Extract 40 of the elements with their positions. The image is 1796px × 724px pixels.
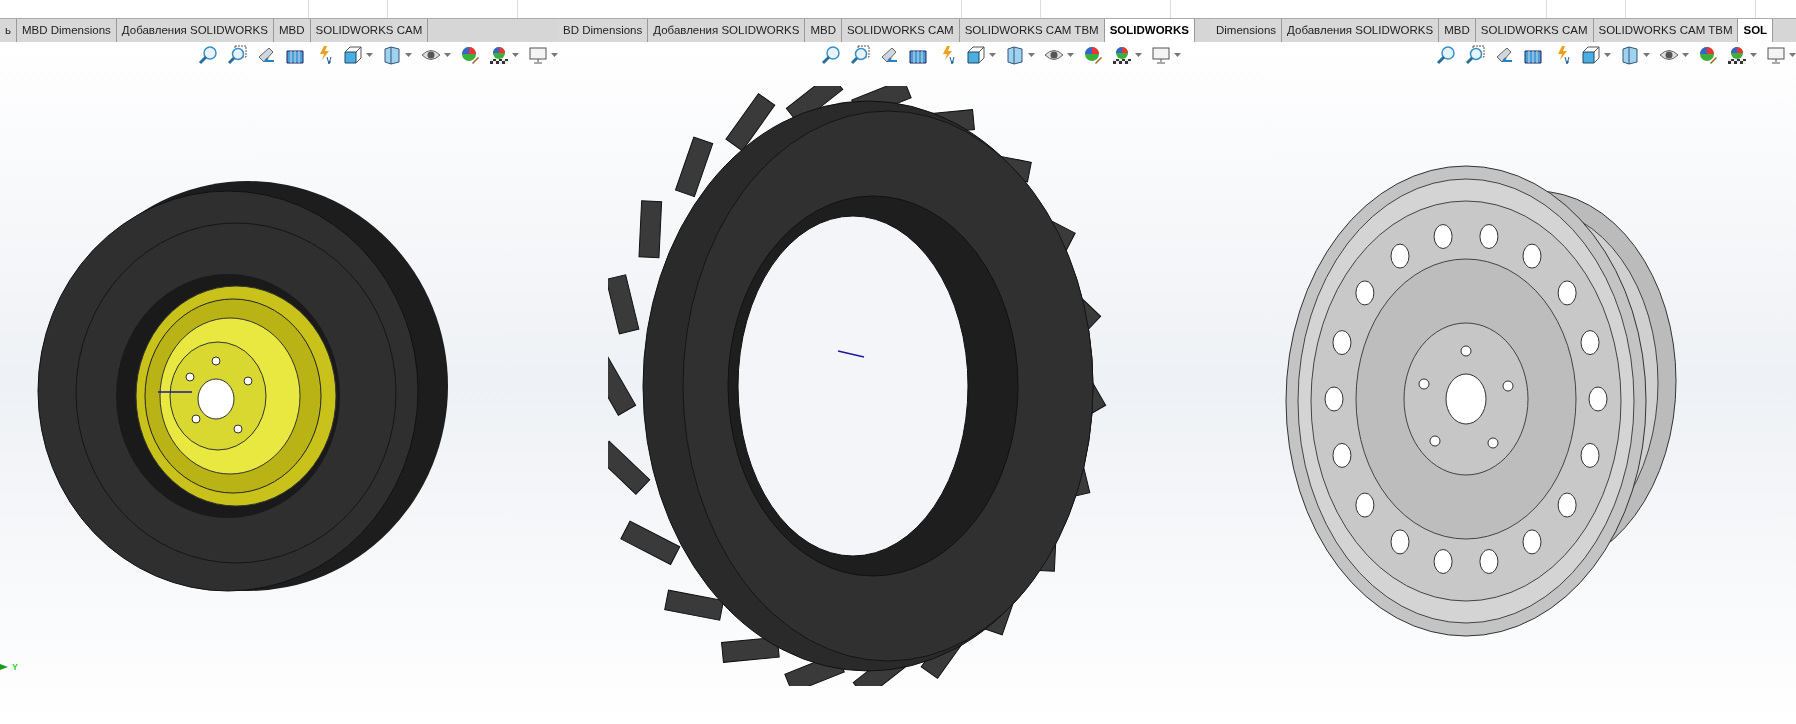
caret-icon[interactable] (1028, 53, 1035, 57)
zoom-area-icon[interactable] (850, 45, 870, 65)
caret-icon[interactable] (1643, 53, 1650, 57)
ribbon-tab[interactable]: SOL (1738, 19, 1774, 42)
display-style-icon[interactable] (1620, 45, 1640, 65)
caret-icon[interactable] (551, 53, 558, 57)
zoom-fit-icon[interactable] (821, 45, 841, 65)
caret-icon[interactable] (512, 53, 519, 57)
display-style-icon[interactable] (1005, 45, 1025, 65)
appearance-icon[interactable] (1083, 45, 1103, 65)
axis-label: Y (12, 660, 18, 674)
ribbon-tab[interactable]: SOLIDWORKS (1104, 19, 1195, 42)
view-orientation-icon[interactable] (966, 45, 986, 65)
scene-icon[interactable] (1727, 45, 1747, 65)
zoom-area-icon[interactable] (227, 45, 247, 65)
caret-icon[interactable] (1789, 53, 1796, 57)
display-style-icon[interactable] (382, 45, 402, 65)
zoom-fit-icon[interactable] (1436, 45, 1456, 65)
scene-icon[interactable] (489, 45, 509, 65)
appearance-icon[interactable] (1698, 45, 1718, 65)
appearance-icon[interactable] (460, 45, 480, 65)
zoom-area-icon[interactable] (1465, 45, 1485, 65)
zoom-fit-icon[interactable] (198, 45, 218, 65)
view-orientation-icon[interactable] (1581, 45, 1601, 65)
caret-icon[interactable] (1067, 53, 1074, 57)
previous-view-icon[interactable] (879, 45, 899, 65)
caret-icon[interactable] (1750, 53, 1757, 57)
caret-icon[interactable] (1604, 53, 1611, 57)
caret-icon[interactable] (989, 53, 996, 57)
caret-icon[interactable] (1174, 53, 1181, 57)
view-orientation-icon[interactable] (343, 45, 363, 65)
caret-icon[interactable] (444, 53, 451, 57)
previous-view-icon[interactable] (256, 45, 276, 65)
caret-icon[interactable] (1135, 53, 1142, 57)
previous-view-icon[interactable] (1494, 45, 1514, 65)
axis-arrow-icon (0, 663, 8, 672)
scene-icon[interactable] (1112, 45, 1132, 65)
caret-icon[interactable] (405, 53, 412, 57)
caret-icon[interactable] (1682, 53, 1689, 57)
caret-icon[interactable] (366, 53, 373, 57)
